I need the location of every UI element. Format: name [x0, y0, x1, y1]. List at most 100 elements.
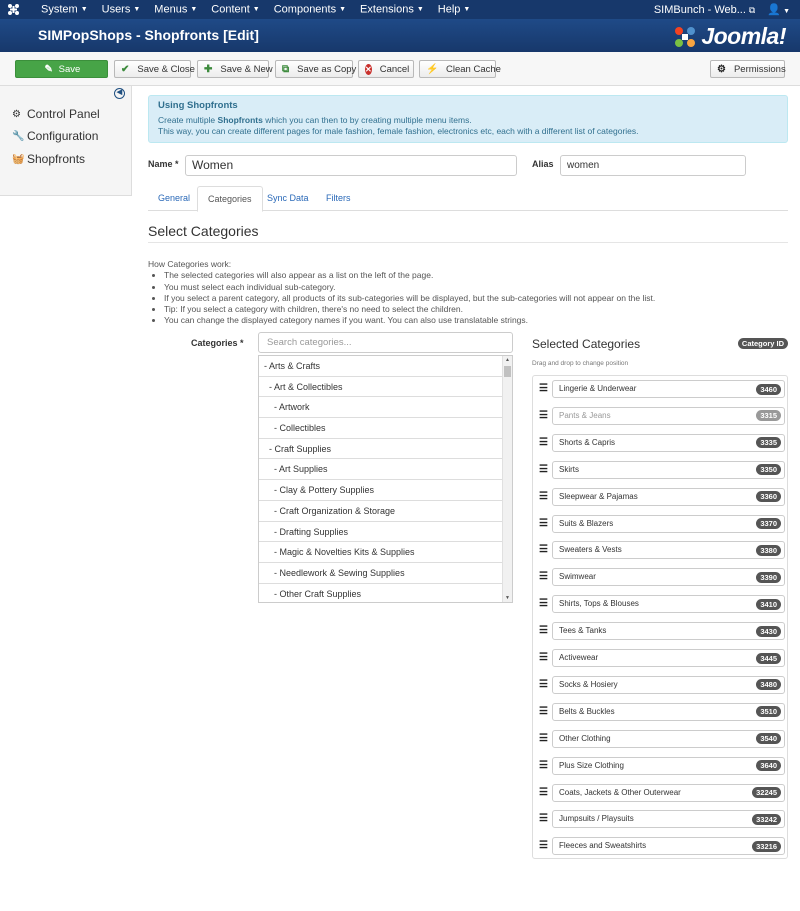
category-option[interactable]: - Artwork [259, 397, 502, 419]
selected-category-name-input[interactable]: Shirts, Tops & Blouses 3410 [552, 595, 785, 614]
selected-category-name-input[interactable]: Swimwear 3390 [552, 568, 785, 587]
menu-components[interactable]: Components ▼ [267, 0, 353, 19]
category-option[interactable]: - Clay & Pottery Supplies [259, 480, 502, 501]
selected-category-name-input[interactable]: Jumpsuits / Playsuits 33242 [552, 810, 785, 829]
menu-users[interactable]: Users ▼ [95, 0, 148, 19]
category-option[interactable]: - Craft Organization & Storage [259, 501, 502, 522]
selected-category-name-input[interactable]: Plus Size Clothing 3640 [552, 756, 785, 775]
drag-handle-icon[interactable]: ☰ [539, 464, 548, 475]
selected-category-name-input[interactable]: Skirts 3350 [552, 460, 785, 479]
selected-category-row[interactable]: ☰ Shirts, Tops & Blouses 3410 [533, 591, 787, 618]
menu-system[interactable]: System ▼ [34, 0, 95, 19]
selected-category-row[interactable]: ☰ Skirts 3350 [533, 457, 787, 484]
tab-categories[interactable]: Categories [197, 186, 263, 212]
selected-category-row[interactable]: ☰ Socks & Hosiery 3480 [533, 672, 787, 699]
alias-input[interactable]: women [560, 155, 746, 176]
tab-filters[interactable]: Filters [316, 186, 361, 211]
category-option[interactable]: - Arts & Crafts [259, 356, 502, 377]
category-option[interactable]: - Art & Collectibles [259, 377, 502, 398]
menu-content[interactable]: Content ▼ [204, 0, 266, 19]
selected-category-name-input[interactable]: Pants & Jeans 3315 [552, 406, 785, 425]
sidebar-item-configuration[interactable]: 🔧 Configuration [12, 129, 98, 143]
selected-category-row[interactable]: ☰ Plus Size Clothing 3640 [533, 753, 787, 780]
selected-category-row[interactable]: ☰ Jumpsuits / Playsuits 33242 [533, 806, 787, 833]
save-button[interactable]: ✎ Save [15, 60, 108, 78]
category-option[interactable]: - Collectibles [259, 418, 502, 439]
category-picker: Search categories... - Arts & Crafts - A… [258, 332, 513, 603]
name-input[interactable]: Women [185, 155, 517, 176]
scroll-up-icon[interactable]: ▲ [503, 357, 512, 363]
selected-category-row[interactable]: ☰ Suits & Blazers 3370 [533, 511, 787, 538]
category-scrollbar[interactable]: ▲ ▼ [502, 356, 512, 602]
collapse-sidebar-icon[interactable]: ◀ [114, 88, 125, 99]
category-option[interactable]: - Other Craft Supplies [259, 584, 502, 602]
selected-category-row[interactable]: ☰ Tees & Tanks 3430 [533, 618, 787, 645]
selected-category-row[interactable]: ☰ Shorts & Capris 3335 [533, 430, 787, 457]
selected-category-row[interactable]: ☰ Swimwear 3390 [533, 564, 787, 591]
selected-category-name-input[interactable]: Fleeces and Sweatshirts 33216 [552, 837, 785, 856]
save-new-button[interactable]: ✚ Save & New [197, 60, 273, 78]
drag-handle-icon[interactable]: ☰ [539, 653, 548, 663]
selected-category-row[interactable]: ☰ Activewear 3445 [533, 645, 787, 672]
drag-handle-icon[interactable]: ☰ [539, 814, 548, 824]
selected-category-row[interactable]: ☰ Other Clothing 3540 [533, 726, 787, 753]
category-search-input[interactable]: Search categories... [258, 332, 513, 353]
drag-handle-icon[interactable]: ☰ [539, 679, 548, 690]
sidebar-item-control-panel[interactable]: ⚙ Control Panel [12, 107, 100, 121]
drag-handle-icon[interactable]: ☰ [539, 599, 548, 609]
howto-item: Tip: If you select a category with child… [164, 304, 655, 315]
save-close-button[interactable]: ✔ Save & Close [114, 60, 195, 78]
save-copy-button[interactable]: ⧉ Save as Copy [275, 60, 356, 78]
category-option[interactable]: - Needlework & Sewing Supplies [259, 563, 502, 584]
menu-menus[interactable]: Menus ▼ [147, 0, 204, 19]
permissions-button[interactable]: ⚙ Permissions [710, 60, 786, 78]
drag-handle-icon[interactable]: ☰ [539, 518, 548, 529]
category-option[interactable]: - Craft Supplies [259, 439, 502, 460]
selected-category-name-input[interactable]: Socks & Hosiery 3480 [552, 675, 785, 694]
drag-handle-icon[interactable]: ☰ [539, 384, 548, 394]
scroll-down-icon[interactable]: ▼ [503, 595, 512, 601]
drag-handle-icon[interactable]: ☰ [539, 491, 548, 502]
drag-handle-icon[interactable]: ☰ [539, 733, 548, 744]
drag-handle-icon[interactable]: ☰ [539, 626, 548, 636]
drag-handle-icon[interactable]: ☰ [539, 760, 548, 771]
selected-category-row[interactable]: ☰ Lingerie & Underwear 3460 [533, 376, 787, 403]
selected-category-row[interactable]: ☰ Fleeces and Sweatshirts 33216 [533, 833, 787, 860]
drag-handle-icon[interactable]: ☰ [539, 545, 548, 555]
selected-category-name-input[interactable]: Coats, Jackets & Other Outerwear 32245 [552, 783, 785, 802]
selected-category-name-input[interactable]: Sleepwear & Pajamas 3360 [552, 487, 785, 506]
menu-help[interactable]: Help ▼ [431, 0, 478, 19]
category-option[interactable]: - Drafting Supplies [259, 522, 502, 543]
drag-handle-icon[interactable]: ☰ [539, 572, 548, 582]
drag-handle-icon[interactable]: ☰ [539, 437, 548, 448]
selected-category-row[interactable]: ☰ Coats, Jackets & Other Outerwear 32245 [533, 780, 787, 807]
scrollbar-thumb[interactable] [504, 366, 511, 377]
selected-category-name-input[interactable]: Sweaters & Vests 3380 [552, 541, 785, 560]
category-option[interactable]: - Art Supplies [259, 459, 502, 481]
selected-category-row[interactable]: ☰ Sweaters & Vests 3380 [533, 537, 787, 564]
tab-sync-data[interactable]: Sync Data [257, 186, 319, 211]
site-link[interactable]: SIMBunch - Web... ⧉ [654, 4, 756, 16]
drag-handle-icon[interactable]: ☰ [539, 706, 548, 717]
selected-category-name-input[interactable]: Belts & Buckles 3510 [552, 702, 785, 721]
drag-handle-icon[interactable]: ☰ [539, 410, 548, 421]
selected-category-name-input[interactable]: Shorts & Capris 3335 [552, 433, 785, 452]
category-option[interactable]: - Magic & Novelties Kits & Supplies [259, 542, 502, 563]
sidebar-item-shopfronts[interactable]: 🧺 Shopfronts [12, 152, 85, 166]
user-menu[interactable]: 👤 ▼ [767, 3, 790, 16]
selected-category-row[interactable]: ☰ Belts & Buckles 3510 [533, 699, 787, 726]
selected-category-name-input[interactable]: Tees & Tanks 3430 [552, 622, 785, 641]
joomla-icon[interactable] [7, 3, 20, 16]
drag-handle-icon[interactable]: ☰ [539, 841, 548, 851]
selected-category-name-input[interactable]: Lingerie & Underwear 3460 [552, 380, 785, 398]
selected-category-row[interactable]: ☰ Pants & Jeans 3315 [533, 403, 787, 430]
clean-cache-button[interactable]: ⚡ Clean Cache [419, 60, 501, 78]
selected-category-name-input[interactable]: Suits & Blazers 3370 [552, 514, 785, 533]
selected-category-row[interactable]: ☰ Sleepwear & Pajamas 3360 [533, 484, 787, 511]
menu-extensions[interactable]: Extensions ▼ [353, 0, 431, 19]
drag-handle-icon[interactable]: ☰ [539, 787, 548, 798]
cancel-button[interactable]: ✕ Cancel [358, 60, 414, 78]
selected-category-name-input[interactable]: Activewear 3445 [552, 649, 785, 667]
tab-general[interactable]: General [148, 186, 200, 211]
selected-category-name-input[interactable]: Other Clothing 3540 [552, 729, 785, 748]
